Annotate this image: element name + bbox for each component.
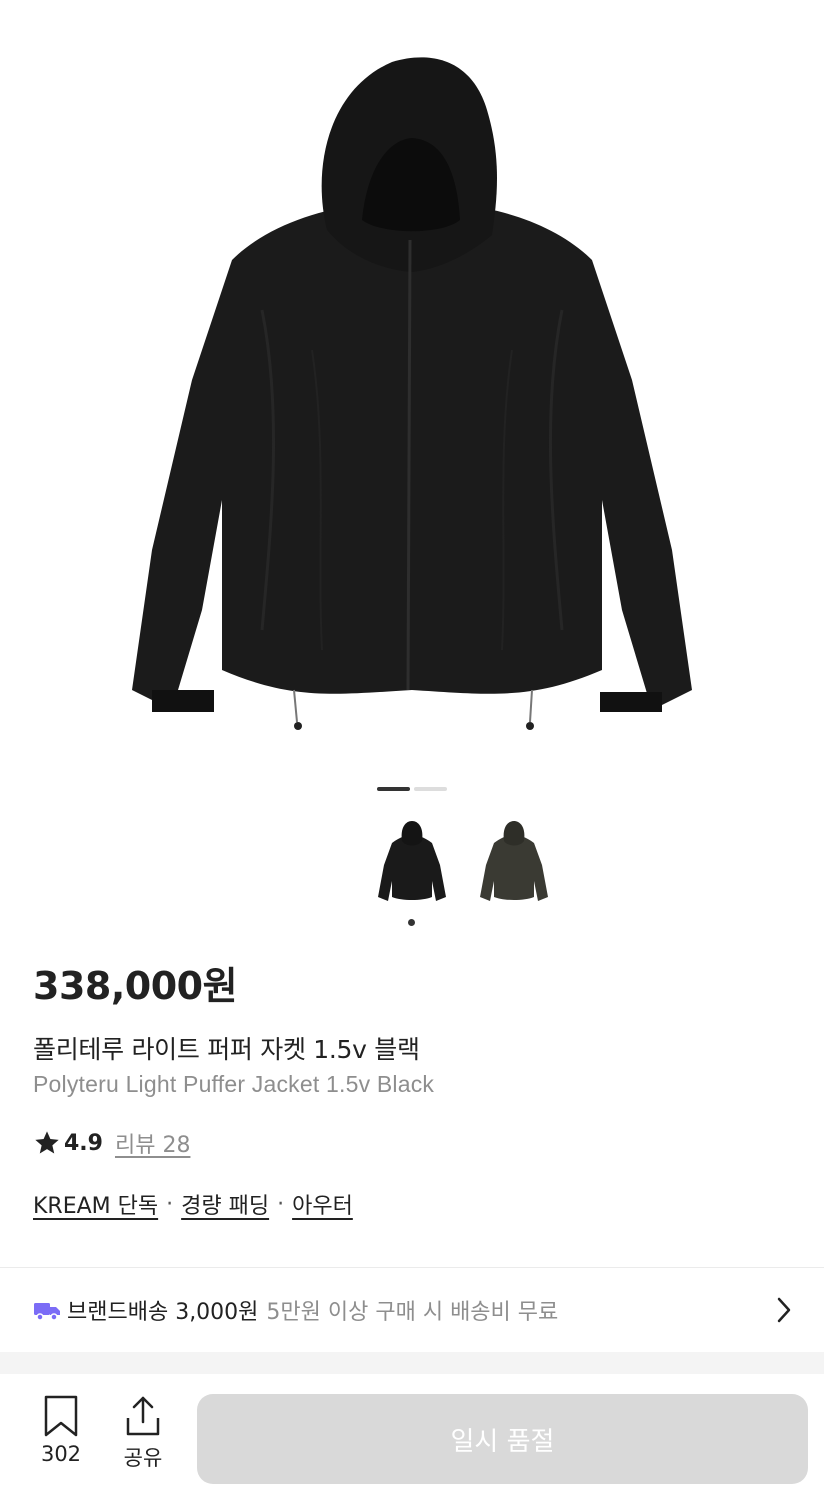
product-price: 338,000원	[33, 964, 238, 1008]
product-name-en: Polyteru Light Puffer Jacket 1.5v Black	[33, 1071, 435, 1097]
selected-thumbnail-dot	[408, 919, 415, 926]
thumbnail-dark-olive[interactable]	[472, 815, 556, 911]
sold-out-button[interactable]: 일시 품절	[197, 1394, 808, 1484]
share-label: 공유	[123, 1446, 163, 1470]
jacket-thumbnail-icon	[480, 821, 548, 901]
pager-indicator-active[interactable]	[377, 787, 410, 791]
product-name-ko: 폴리테루 라이트 퍼퍼 자켓 1.5v 블랙	[33, 1035, 420, 1064]
rating-row: 4.9 리뷰 28	[33, 1127, 190, 1159]
truck-icon	[34, 1303, 60, 1321]
jacket-image	[132, 57, 692, 730]
image-pager	[0, 787, 824, 791]
jacket-thumbnail-icon	[378, 821, 446, 901]
product-image[interactable]	[0, 0, 824, 770]
rating-score: 4.9	[64, 1130, 103, 1156]
bottom-action-bar: 302 공유 일시 품절	[0, 1374, 824, 1500]
tag-separator: ·	[166, 1191, 174, 1217]
save-count: 302	[40, 1442, 82, 1466]
pager-indicator[interactable]	[414, 787, 447, 791]
category-tags: KREAM 단독 · 경량 패딩 · 아우터	[33, 1187, 353, 1221]
chevron-right-icon	[777, 1297, 791, 1323]
section-gap	[0, 1352, 824, 1374]
shipping-info-row[interactable]: 브랜드배송 3,000원 5만원 이상 구매 시 배송비 무료	[0, 1268, 824, 1352]
tag-kream-exclusive[interactable]: KREAM 단독	[33, 1188, 158, 1220]
reviews-link[interactable]: 리뷰 28	[115, 1127, 190, 1159]
free-shipping-note: 5만원 이상 구매 시 배송비 무료	[266, 1300, 559, 1325]
bookmark-icon	[44, 1395, 78, 1437]
share-icon	[126, 1396, 160, 1436]
color-thumbnails	[0, 815, 824, 925]
star-icon	[35, 1131, 59, 1154]
tag-outerwear[interactable]: 아우터	[292, 1188, 353, 1220]
share-button[interactable]: 공유	[108, 1394, 178, 1472]
shipping-fee: 브랜드배송 3,000원	[67, 1300, 259, 1325]
save-button[interactable]: 302	[26, 1394, 96, 1466]
thumbnail-black[interactable]	[370, 815, 454, 911]
tag-separator: ·	[277, 1191, 285, 1217]
tag-light-padding[interactable]: 경량 패딩	[181, 1188, 269, 1220]
